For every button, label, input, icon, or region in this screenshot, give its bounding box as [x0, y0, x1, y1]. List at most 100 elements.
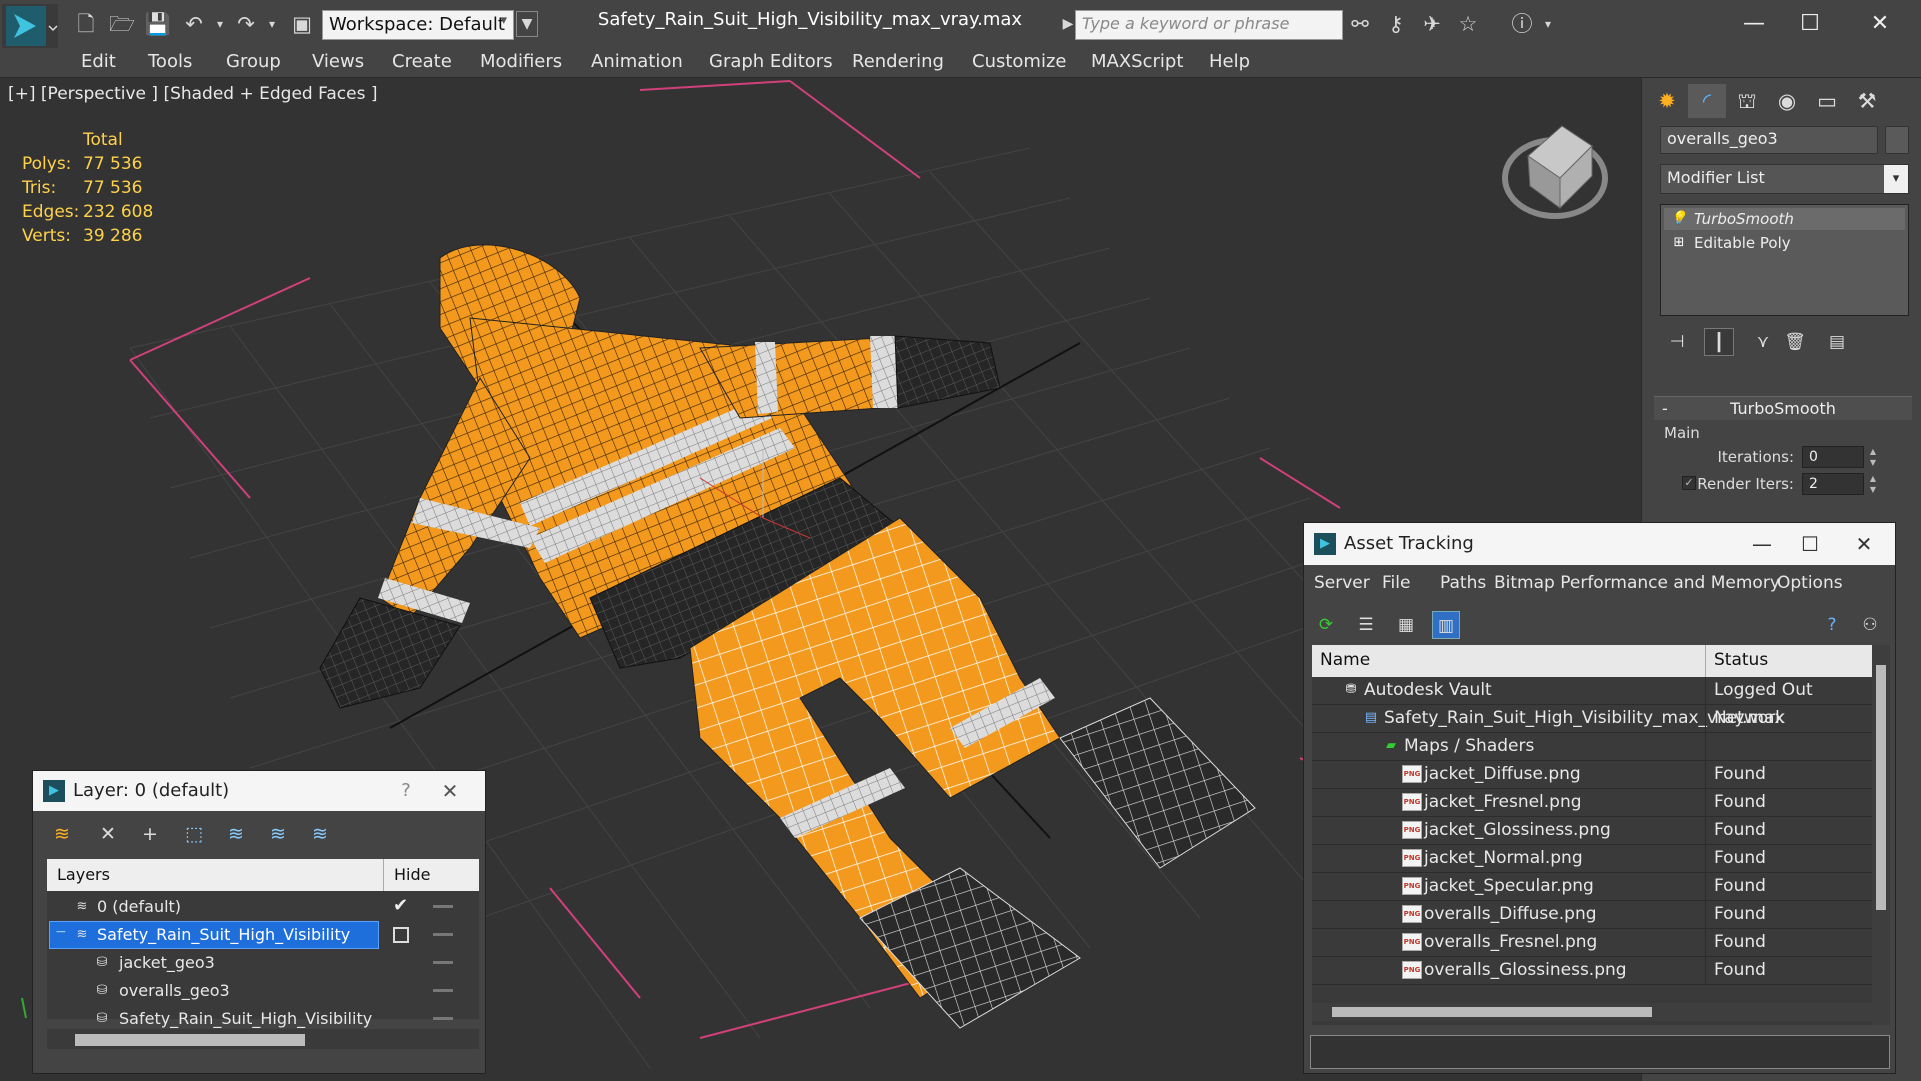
viewcube[interactable] — [1502, 125, 1608, 219]
asset-tracking-titlebar[interactable]: ▶ Asset Tracking — ☐ ✕ — [1304, 523, 1895, 565]
make-unique-icon[interactable]: ⋎ — [1748, 328, 1778, 356]
scrollbar-thumb[interactable] — [1876, 665, 1886, 910]
menu-views[interactable]: Views — [312, 51, 364, 72]
help-dropdown-icon[interactable]: ▾ — [1534, 12, 1562, 36]
help-icon[interactable]: ? — [1818, 611, 1846, 639]
set-current-layer-icon[interactable]: ≋ — [263, 819, 293, 849]
hierarchy-tab-icon[interactable]: ⛫ — [1728, 84, 1766, 118]
menu-group[interactable]: Group — [226, 51, 281, 72]
menu-file[interactable]: File — [1382, 573, 1410, 593]
refresh-icon[interactable]: ⟳ — [1312, 611, 1340, 639]
online-help-icon[interactable]: ⚇ — [1856, 611, 1884, 639]
table-row[interactable]: PNG jacket_Fresnel.png Found — [1312, 789, 1872, 817]
column-status-header[interactable]: Status — [1705, 645, 1872, 677]
table-row[interactable]: PNG overalls_Fresnel.png Found — [1312, 929, 1872, 957]
motion-tab-icon[interactable]: ◉ — [1768, 84, 1806, 118]
close-button[interactable]: ✕ — [1844, 527, 1884, 561]
rollout-header[interactable]: - TurboSmooth — [1654, 396, 1912, 420]
menu-maxscript[interactable]: MAXScript — [1091, 51, 1183, 72]
menu-animation[interactable]: Animation — [591, 51, 683, 72]
asset-path-field[interactable] — [1310, 1035, 1890, 1069]
project-folder-icon[interactable]: ▣ — [288, 12, 316, 36]
maximize-button[interactable]: ☐ — [1790, 527, 1830, 561]
spinner-arrows-icon[interactable]: ▲ ▼ — [1866, 446, 1880, 468]
stack-item-editable-poly[interactable]: ⊞ Editable Poly — [1664, 232, 1905, 254]
menu-help[interactable]: Help — [1209, 51, 1250, 72]
list-view-icon[interactable]: ☰ — [1352, 611, 1380, 639]
menu-paths[interactable]: Paths — [1440, 573, 1486, 593]
table-row[interactable]: PNG overalls_Glossiness.png Found — [1312, 957, 1872, 985]
table-row[interactable]: ▰ Maps / Shaders — [1312, 733, 1872, 761]
column-hide-header[interactable]: Hide — [383, 859, 479, 891]
layer-row-safety-rain-suit[interactable]: − ≋ Safety_Rain_Suit_High_Visibility — [47, 921, 479, 949]
table-row[interactable]: ⛃ Autodesk Vault Logged Out — [1312, 677, 1872, 705]
key-icon[interactable]: ⚷ — [1382, 12, 1410, 36]
render-iters-spinner[interactable]: 2 — [1802, 473, 1864, 495]
communication-center-icon[interactable]: ✈ — [1418, 12, 1446, 36]
lightbulb-icon[interactable]: 💡 — [1670, 208, 1688, 230]
utilities-tab-icon[interactable]: ⚒ — [1848, 84, 1886, 118]
undo-dropdown-icon[interactable]: ▾ — [206, 12, 234, 36]
horizontal-scrollbar[interactable] — [1312, 1003, 1872, 1021]
table-row[interactable]: PNG jacket_Glossiness.png Found — [1312, 817, 1872, 845]
object-name-field[interactable]: overalls_geo3 — [1660, 126, 1878, 154]
horizontal-scrollbar[interactable] — [47, 1029, 479, 1049]
search-input[interactable]: Type a keyword or phrase — [1075, 10, 1343, 40]
column-layers-header[interactable]: Layers — [57, 865, 110, 884]
highlight-selected-icon[interactable]: ≋ — [221, 819, 251, 849]
undo-icon[interactable]: ↶ — [180, 12, 208, 36]
help-button[interactable]: ? — [389, 775, 423, 807]
menu-tools[interactable]: Tools — [148, 51, 192, 72]
workspace-menu-icon[interactable]: ▼ — [516, 11, 538, 37]
layer-row-default[interactable]: ≋ 0 (default) ✔ — [47, 893, 479, 921]
minimize-button[interactable]: — — [1742, 527, 1782, 561]
scrollbar-thumb[interactable] — [75, 1034, 305, 1046]
stack-item-turbosmooth[interactable]: 💡 TurboSmooth — [1664, 208, 1905, 230]
layer-explorer-titlebar[interactable]: ▶ Layer: 0 (default) ? ✕ — [33, 771, 485, 811]
maximize-button[interactable]: ☐ — [1782, 6, 1838, 42]
layer-properties-icon[interactable]: ≋ — [305, 819, 335, 849]
table-row[interactable]: PNG overalls_Diffuse.png Found — [1312, 901, 1872, 929]
app-logo[interactable] — [2, 4, 58, 48]
table-view-icon[interactable]: ▥ — [1432, 611, 1460, 639]
display-tab-icon[interactable]: ▭ — [1808, 84, 1846, 118]
expand-plus-icon[interactable]: ⊞ — [1670, 232, 1688, 254]
hide-toggle[interactable] — [433, 989, 453, 992]
hide-toggle[interactable] — [433, 905, 453, 908]
select-objects-icon[interactable]: ⬚ — [179, 819, 209, 849]
configure-modifier-sets-icon[interactable]: ▤ — [1822, 328, 1852, 356]
redo-dropdown-icon[interactable]: ▾ — [258, 12, 286, 36]
modify-tab-icon[interactable]: ◜ — [1688, 84, 1726, 118]
menu-options[interactable]: Options — [1777, 573, 1843, 593]
help-icon[interactable]: ⓘ — [1508, 12, 1536, 36]
workspace-select[interactable]: Workspace: Default ▾ — [322, 10, 514, 40]
layer-row-overalls[interactable]: ⛁ overalls_geo3 — [47, 977, 479, 1005]
add-selected-icon[interactable]: + — [135, 819, 165, 849]
redo-icon[interactable]: ↷ — [232, 12, 260, 36]
hide-toggle[interactable] — [433, 933, 453, 936]
menu-create[interactable]: Create — [392, 51, 452, 72]
vertical-scrollbar[interactable] — [1872, 645, 1890, 1025]
show-end-result-icon[interactable]: ┃ — [1704, 328, 1734, 356]
menu-edit[interactable]: Edit — [81, 51, 116, 72]
menu-server[interactable]: Server — [1314, 573, 1370, 593]
viewport-label[interactable]: [+] [Perspective ] [Shaded + Edged Faces… — [8, 84, 377, 104]
menu-graph-editors[interactable]: Graph Editors — [709, 51, 833, 72]
table-row[interactable]: ▤ Safety_Rain_Suit_High_Visibility_max_v… — [1312, 705, 1872, 733]
current-layer-check-icon[interactable]: ✔ — [393, 895, 408, 916]
pin-stack-icon[interactable]: ⊣ — [1662, 328, 1692, 356]
menu-customize[interactable]: Customize — [972, 51, 1066, 72]
new-file-icon[interactable]: 🗋 — [72, 12, 100, 36]
table-row[interactable]: PNG jacket_Diffuse.png Found — [1312, 761, 1872, 789]
column-name-header[interactable]: Name — [1320, 650, 1370, 670]
binoculars-icon[interactable]: ⚯ — [1346, 12, 1374, 36]
hide-toggle[interactable] — [433, 1017, 453, 1020]
set-current-box-icon[interactable] — [393, 927, 409, 943]
modifier-list-dropdown[interactable]: Modifier List ▾ — [1660, 164, 1909, 194]
spinner-arrows-icon[interactable]: ▲ ▼ — [1866, 473, 1880, 495]
layer-row-jacket[interactable]: ⛁ jacket_geo3 — [47, 949, 479, 977]
table-row[interactable]: PNG jacket_Specular.png Found — [1312, 873, 1872, 901]
scrollbar-thumb[interactable] — [1332, 1007, 1652, 1017]
menu-rendering[interactable]: Rendering — [852, 51, 944, 72]
menu-bitmap-performance[interactable]: Bitmap Performance and Memory — [1494, 573, 1780, 593]
